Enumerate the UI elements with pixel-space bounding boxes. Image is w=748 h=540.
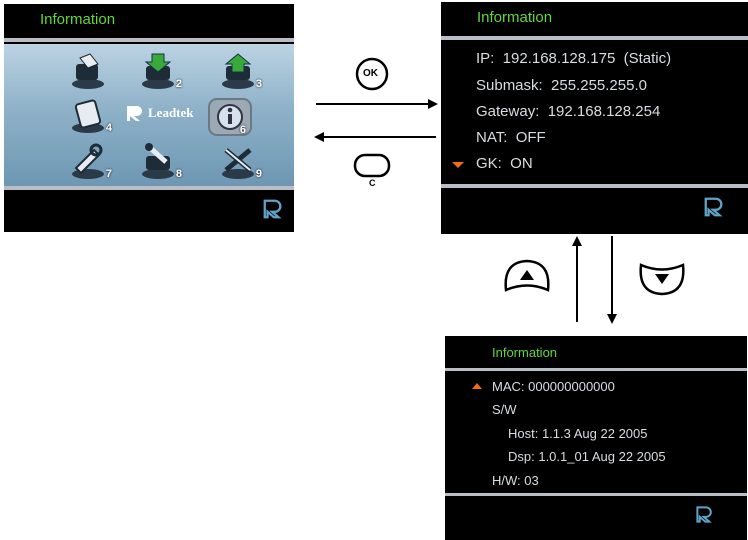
top-divider [441, 36, 748, 40]
menu-item-number: 7 [105, 168, 112, 180]
scroll-down-indicator-icon [452, 162, 464, 168]
network-info-screen: Information IP: 192.168.128.175 (Static)… [441, 2, 748, 234]
menu-item-number: 8 [175, 168, 182, 180]
menu-item-number: 4 [105, 122, 112, 134]
menu-item-icon [72, 53, 104, 89]
menu-item-number: 6 [239, 124, 246, 136]
menu-item-9[interactable]: 9 [216, 140, 262, 182]
menu-item-3[interactable]: 3 [216, 50, 262, 92]
dsp-line: Dsp: 1.0.1_01 Aug 22 2005 [508, 449, 666, 464]
hw-line: H/W: 03 [492, 473, 539, 488]
menu-item-number: 9 [255, 168, 262, 180]
menu-item-6-selected[interactable]: 6 [208, 98, 252, 136]
screen-title: Information [40, 11, 116, 28]
scroll-up-indicator-icon [472, 383, 482, 389]
logo-text: Leadtek [148, 105, 194, 120]
menu-item-number: 2 [175, 78, 182, 90]
menu-item-number: 3 [255, 78, 262, 90]
menu-item-4[interactable]: 4 [66, 94, 112, 136]
menu-item-2[interactable]: 2 [136, 50, 182, 92]
bottom-divider [441, 184, 748, 188]
leadtek-logo-icon [696, 506, 712, 523]
screen-title: Information [492, 345, 558, 360]
host-line: Host: 1.1.3 Aug 22 2005 [508, 426, 648, 441]
leadtek-logo-icon [127, 106, 142, 121]
c-button-label: C [369, 178, 376, 188]
gk-line: GK: ON [476, 155, 533, 172]
gateway-line: Gateway: 192.168.128.254 [476, 103, 661, 120]
nat-line: NAT: OFF [476, 129, 546, 146]
menu-item-7[interactable]: 7 [66, 140, 112, 182]
ok-button-label: OK [363, 68, 378, 79]
device-info-screen: Information MAC: 000000000000 S/W Host: … [445, 336, 747, 540]
menu-item-8[interactable]: 8 [136, 140, 182, 182]
menu-screen: Information 2 3 4 Leadtek 6 7 8 9 [4, 4, 294, 232]
leadtek-logo-icon [704, 197, 723, 217]
bottom-divider [4, 186, 294, 190]
mac-line: MAC: 000000000000 [492, 379, 615, 394]
screen-title: Information [477, 9, 553, 26]
c-button-icon [353, 153, 391, 178]
bottom-divider [445, 493, 747, 496]
down-button-icon [639, 263, 685, 296]
up-button-icon [504, 259, 550, 292]
leadtek-logo-icon [263, 199, 282, 219]
ip-line: IP: 192.168.128.175 (Static) [476, 50, 672, 67]
top-divider [445, 368, 747, 371]
sw-line: S/W [492, 402, 517, 417]
submask-line: Submask: 255.255.255.0 [476, 77, 647, 94]
leadtek-logo: Leadtek [124, 102, 204, 124]
menu-item-1[interactable] [66, 50, 112, 92]
menu-grid: 2 3 4 Leadtek 6 7 8 9 [4, 44, 294, 186]
top-divider [4, 38, 294, 42]
